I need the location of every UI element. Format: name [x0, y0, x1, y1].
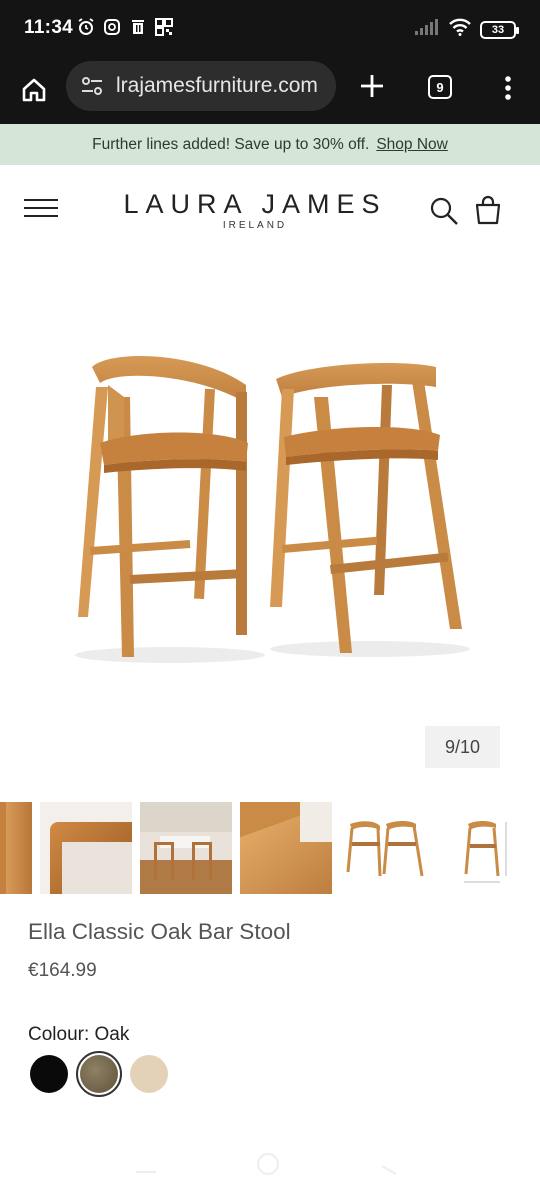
brand-name: LAURA JAMES [123, 189, 387, 219]
wifi-icon [448, 18, 472, 41]
thumbnail[interactable] [440, 802, 532, 894]
delete-icon [129, 18, 147, 36]
site-header: LAURA JAMES IRELAND [0, 165, 540, 257]
tune-icon [82, 77, 102, 95]
status-time: 11:34 [24, 17, 74, 38]
instagram-icon [103, 18, 121, 36]
swatch-natural[interactable] [130, 1055, 168, 1093]
signal-icon [414, 18, 440, 41]
tabs-icon: 9 [428, 75, 452, 99]
menu-icon-line [24, 199, 58, 201]
browser-toolbar: lrajamesfurniture.com 9 [0, 58, 540, 124]
brand-logo[interactable]: LAURA JAMES IRELAND [110, 189, 400, 231]
thumbnail-strip [0, 802, 540, 894]
announcement-text: Further lines added! Save up to 30% off. [92, 135, 370, 153]
thumbnail[interactable] [0, 802, 32, 894]
bar-stools-illustration [75, 356, 470, 663]
more-vert-icon [505, 76, 511, 100]
new-tab-button[interactable] [352, 64, 392, 108]
brand-subtitle: IRELAND [222, 220, 288, 231]
stool-right [270, 363, 462, 653]
status-icons-right: 33 [414, 18, 519, 41]
home-button[interactable] [14, 70, 54, 110]
search-icon [430, 197, 458, 225]
product-main-image[interactable] [0, 257, 540, 795]
thumbnail[interactable] [240, 802, 332, 894]
search-button[interactable] [428, 195, 460, 227]
thumbnail[interactable] [40, 802, 132, 894]
product-price: €164.99 [28, 960, 97, 981]
thumbnail[interactable] [140, 802, 232, 894]
thumbnail[interactable] [340, 802, 432, 894]
battery-icon: 33 [480, 20, 519, 39]
menu-button[interactable] [22, 193, 60, 227]
menu-icon-line [24, 207, 58, 209]
swatch-black[interactable] [30, 1055, 68, 1093]
image-counter: 9/10 [425, 726, 500, 768]
address-bar[interactable]: lrajamesfurniture.com [66, 61, 336, 111]
swatch-oak[interactable] [76, 1051, 122, 1097]
plus-icon [361, 75, 383, 97]
site-settings-button[interactable] [72, 66, 112, 106]
home-icon [22, 78, 46, 102]
stool-left [78, 356, 248, 657]
system-gesture-bar [0, 1150, 540, 1200]
browser-menu-button[interactable] [490, 66, 526, 110]
cart-button[interactable] [472, 195, 504, 227]
announcement-bar: Further lines added! Save up to 30% off.… [0, 124, 540, 165]
status-icons-left [77, 18, 173, 36]
colour-swatches [30, 1051, 168, 1097]
shop-now-link[interactable]: Shop Now [376, 136, 448, 154]
qr-icon [155, 18, 173, 36]
url-text: lrajamesfurniture.com [116, 74, 318, 97]
tabs-button[interactable]: 9 [420, 69, 460, 105]
colour-label: Colour: Oak [28, 1024, 130, 1045]
product-title: Ella Classic Oak Bar Stool [28, 919, 291, 944]
alarm-icon [77, 18, 95, 36]
cart-icon [475, 195, 501, 225]
menu-icon-line [24, 215, 58, 217]
status-bar: 11:34 33 [0, 0, 540, 58]
